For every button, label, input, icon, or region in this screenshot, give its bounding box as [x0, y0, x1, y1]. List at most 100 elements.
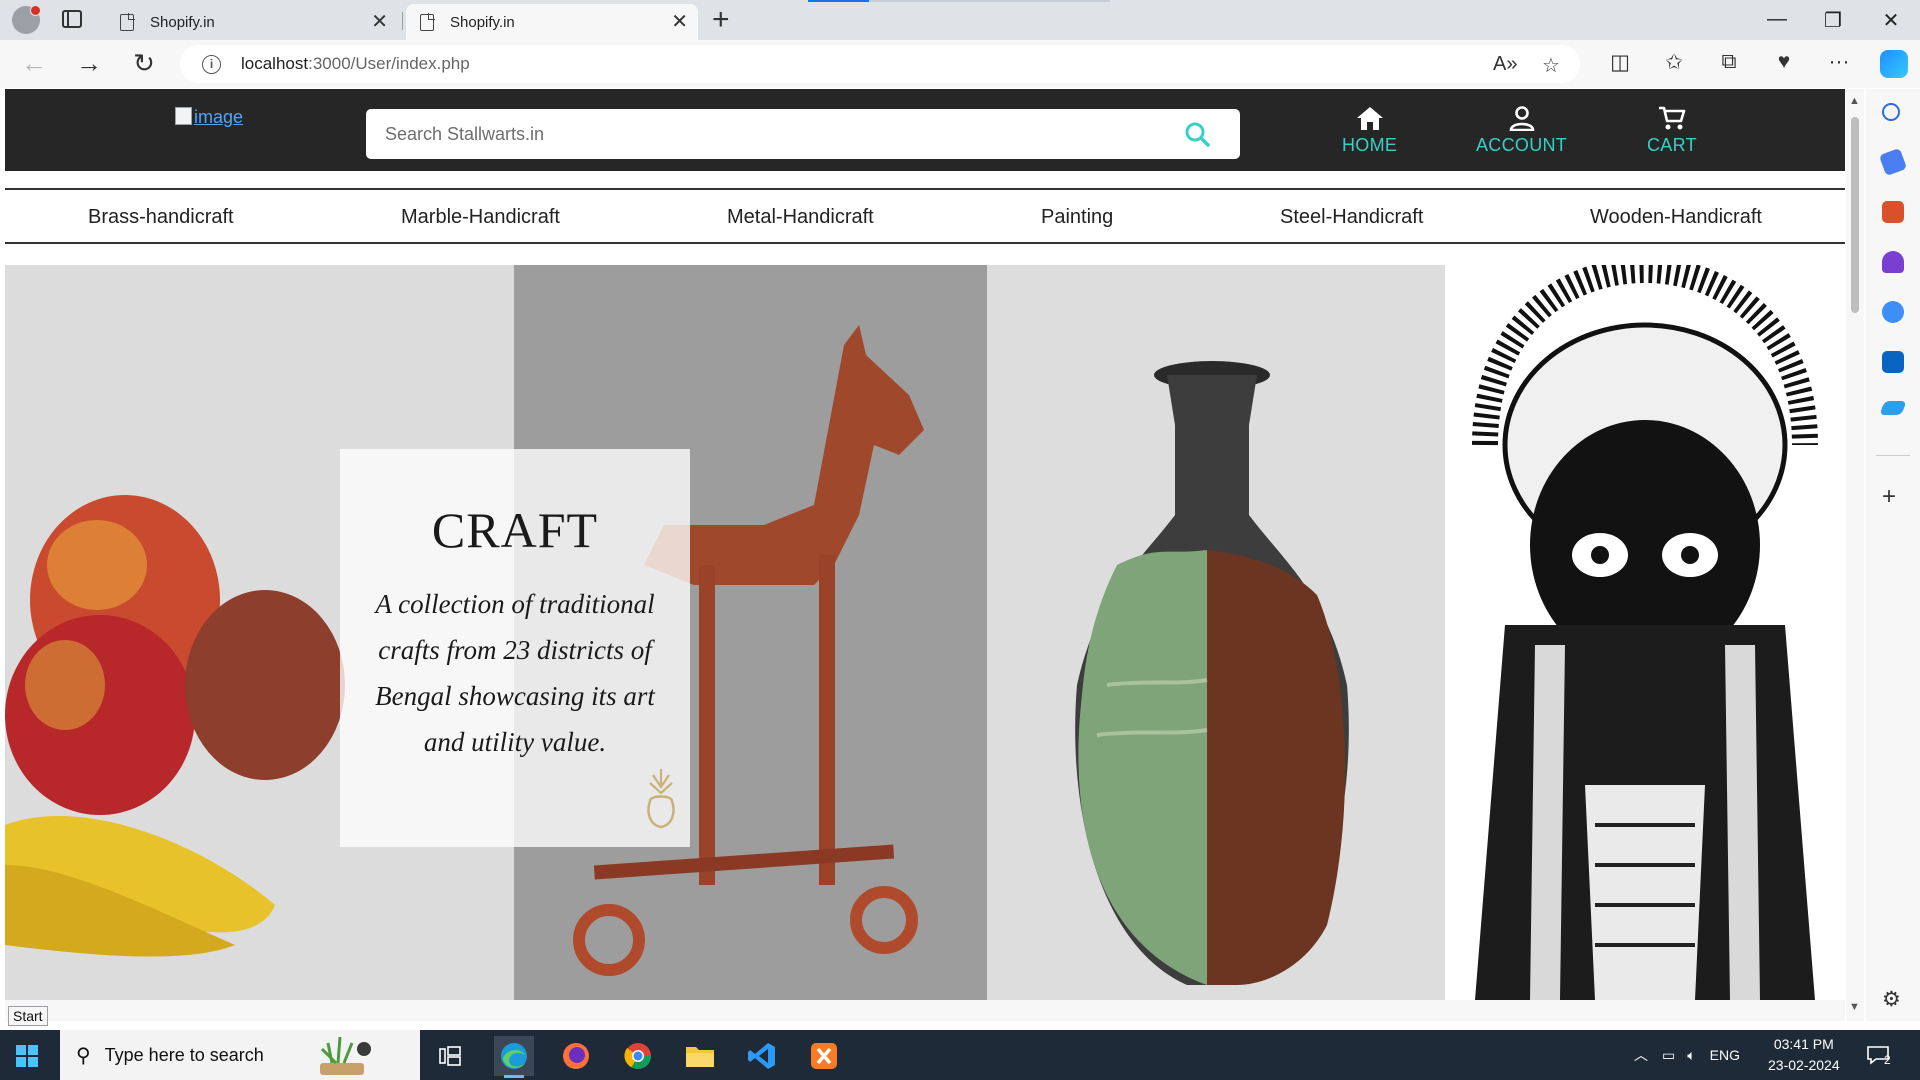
- tab-actions-icon[interactable]: [62, 10, 82, 28]
- vscode-icon[interactable]: [742, 1036, 782, 1076]
- account-link[interactable]: ACCOUNT: [1476, 105, 1567, 156]
- person-icon: [1509, 106, 1534, 131]
- taskbar-search-box[interactable]: ⚲ Type here to search: [60, 1030, 420, 1080]
- language-indicator[interactable]: ENG: [1710, 1047, 1740, 1063]
- more-menu-icon[interactable]: ···: [1824, 50, 1854, 74]
- forward-icon[interactable]: →: [73, 48, 105, 80]
- taskbar-search-placeholder: Type here to search: [104, 1044, 264, 1065]
- chrome-icon[interactable]: [618, 1036, 658, 1076]
- tab-title: Shopify.in: [150, 13, 215, 31]
- browser-tab-1[interactable]: Shopify.in ✕: [106, 4, 398, 40]
- craft-title: CRAFT: [431, 502, 599, 558]
- windows-taskbar: ⚲ Type here to search ︿ ▭ 🔈︎ ENG 03:41 P…: [0, 1030, 1920, 1080]
- scroll-up-icon[interactable]: ▲: [1849, 95, 1860, 107]
- browser-essentials-icon[interactable]: ♥: [1769, 50, 1799, 74]
- volume-icon[interactable]: 🔈︎: [1687, 1047, 1695, 1064]
- reload-icon[interactable]: ↻: [128, 48, 160, 80]
- show-hidden-icons-icon[interactable]: ︿: [1634, 1045, 1648, 1065]
- category-painting[interactable]: Painting: [1041, 206, 1113, 229]
- scrollbar-thumb[interactable]: [1851, 117, 1859, 313]
- browser-tab-strip: Shopify.in ✕ Shopify.in ✕ + — ❐ ✕: [0, 0, 1920, 40]
- tab-title: Shopify.in: [450, 13, 515, 31]
- minimize-icon[interactable]: —: [1762, 8, 1792, 31]
- search-icon: ⚲: [76, 1044, 91, 1067]
- site-header: image HOME ACCOUNT: [5, 89, 1845, 171]
- carousel-image-vase: [987, 265, 1445, 1000]
- read-aloud-icon[interactable]: A»: [1493, 53, 1517, 76]
- scroll-down-icon[interactable]: ▼: [1849, 1001, 1860, 1013]
- search-icon[interactable]: [1882, 103, 1900, 121]
- back-icon[interactable]: ←: [18, 48, 50, 80]
- category-marble-handicraft[interactable]: Marble-Handicraft: [401, 206, 560, 229]
- system-tray: ︿ ▭ 🔈︎ ENG: [1634, 1030, 1740, 1080]
- tab-separator: [402, 12, 403, 30]
- vertical-scrollbar[interactable]: ▲ ▼: [1846, 89, 1864, 1021]
- page-icon: [120, 12, 135, 31]
- search-bar: [366, 109, 1240, 159]
- page-viewport: image HOME ACCOUNT: [5, 89, 1845, 1000]
- url-host: localhost: [241, 54, 309, 73]
- horizontal-scrollbar[interactable]: [5, 1000, 1845, 1021]
- sidebar-settings-icon[interactable]: ⚙: [1882, 987, 1901, 1012]
- cart-icon: [1658, 106, 1686, 130]
- carousel-image-painting: [1445, 265, 1845, 1000]
- category-wooden-handicraft[interactable]: Wooden-Handicraft: [1590, 206, 1762, 229]
- site-info-icon[interactable]: i: [202, 54, 221, 74]
- craft-info-card: CRAFT A collection of traditional crafts…: [340, 449, 690, 847]
- sidebar-separator: [1876, 455, 1910, 456]
- browser-tab-2[interactable]: Shopify.in ✕: [406, 4, 698, 40]
- close-tab-icon[interactable]: ✕: [671, 12, 688, 32]
- clock-time: 03:41 PM: [1773, 1036, 1834, 1052]
- plant-decoration-icon: [319, 1036, 371, 1075]
- cart-link[interactable]: CART: [1647, 105, 1697, 156]
- split-screen-icon[interactable]: ◫: [1605, 50, 1635, 75]
- search-icon[interactable]: [1184, 121, 1210, 147]
- xampp-icon[interactable]: [804, 1036, 844, 1076]
- home-link[interactable]: HOME: [1342, 105, 1397, 156]
- edge-taskbar-icon[interactable]: [494, 1036, 534, 1078]
- notification-count: 2: [1884, 1053, 1891, 1067]
- firefox-icon[interactable]: [556, 1036, 596, 1076]
- url-path: :3000/User/index.php: [308, 54, 470, 73]
- status-tooltip: Start: [8, 1006, 48, 1026]
- favorite-star-icon[interactable]: ☆: [1542, 53, 1560, 78]
- search-input[interactable]: [366, 109, 1166, 159]
- home-label: HOME: [1342, 135, 1398, 155]
- file-explorer-icon[interactable]: [680, 1036, 720, 1076]
- tools-briefcase-icon[interactable]: [1882, 201, 1904, 223]
- shopping-tag-icon[interactable]: [1878, 147, 1908, 177]
- hero-carousel[interactable]: CRAFT A collection of traditional crafts…: [5, 265, 1845, 1000]
- cart-label: CART: [1647, 135, 1697, 155]
- category-nav: Brass-handicraft Marble-Handicraft Metal…: [5, 188, 1845, 244]
- close-tab-icon[interactable]: ✕: [371, 12, 388, 32]
- category-steel-handicraft[interactable]: Steel-Handicraft: [1280, 206, 1423, 229]
- browser-toolbar: ← → ↻ i localhost:3000/User/index.php A»…: [0, 40, 1920, 88]
- new-tab-button[interactable]: +: [712, 3, 730, 37]
- favorites-icon[interactable]: ✩: [1659, 50, 1689, 75]
- collections-icon[interactable]: ⧉: [1714, 50, 1744, 74]
- restore-icon[interactable]: ❐: [1818, 8, 1848, 33]
- craft-emblem-icon: [647, 769, 675, 829]
- send-icon[interactable]: [1879, 401, 1907, 415]
- craft-description: A collection of traditional crafts from …: [375, 589, 655, 757]
- microsoft-365-icon[interactable]: [1882, 301, 1904, 323]
- loading-indicator: [808, 0, 1110, 2]
- clock-date: 23-02-2024: [1768, 1057, 1840, 1073]
- clock[interactable]: 03:41 PM 23-02-2024: [1768, 1034, 1840, 1076]
- category-metal-handicraft[interactable]: Metal-Handicraft: [727, 206, 874, 229]
- category-brass-handicraft[interactable]: Brass-handicraft: [88, 206, 234, 229]
- logo-link[interactable]: image: [175, 107, 243, 128]
- add-sidebar-app-icon[interactable]: +: [1882, 483, 1896, 511]
- profile-avatar[interactable]: [12, 5, 41, 34]
- copilot-icon[interactable]: [1880, 50, 1908, 78]
- network-icon[interactable]: ▭: [1662, 1047, 1675, 1064]
- address-bar[interactable]: i localhost:3000/User/index.php A» ☆: [180, 45, 1580, 83]
- outlook-icon[interactable]: [1882, 351, 1904, 373]
- task-view-icon[interactable]: [430, 1036, 470, 1076]
- close-window-icon[interactable]: ✕: [1876, 8, 1906, 33]
- notification-center-icon[interactable]: 2: [1866, 1030, 1891, 1080]
- windows-start-icon[interactable]: [16, 1045, 38, 1067]
- games-icon[interactable]: [1882, 251, 1904, 273]
- edge-sidebar: + ⚙: [1866, 89, 1920, 1021]
- account-label: ACCOUNT: [1476, 135, 1568, 155]
